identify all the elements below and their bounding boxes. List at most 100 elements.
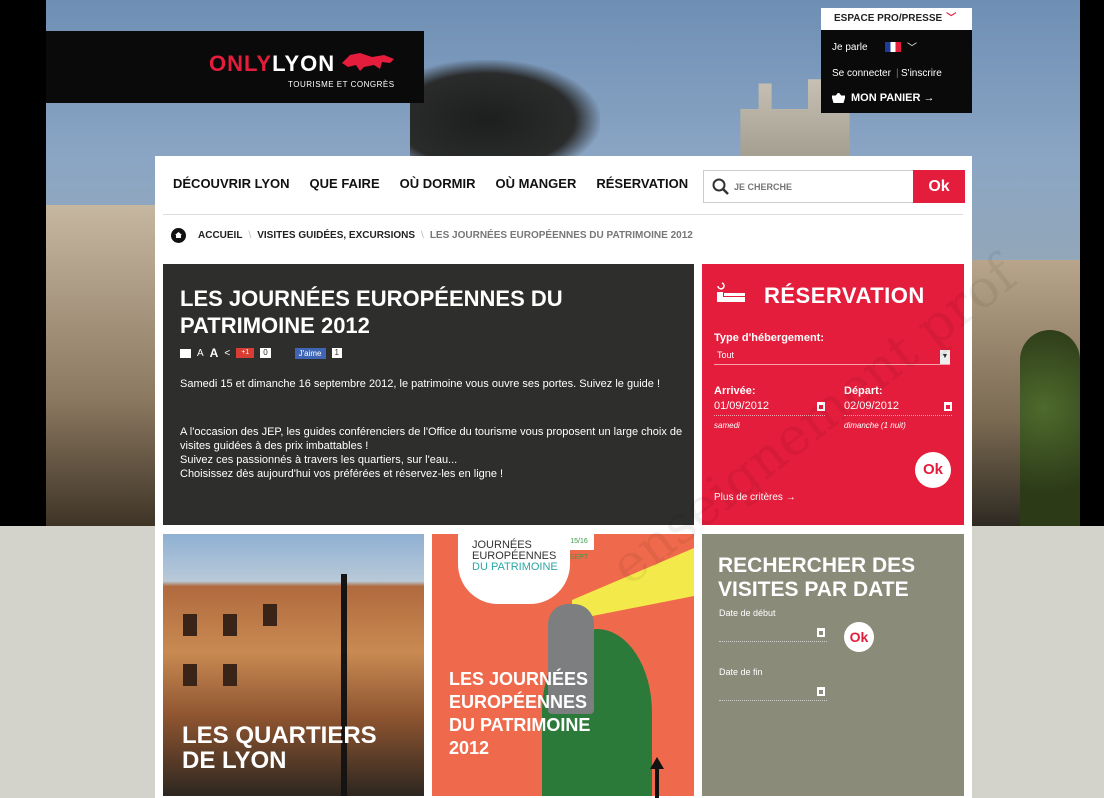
- reservation-submit-button[interactable]: Ok: [915, 452, 951, 488]
- visits-search-title-line: VISITES PAR DATE: [718, 578, 909, 601]
- print-icon[interactable]: [180, 348, 191, 358]
- breadcrumb-section[interactable]: VISITES GUIDÉES, EXCURSIONS: [257, 230, 415, 241]
- article-intro: Samedi 15 et dimanche 16 septembre 2012,…: [180, 378, 660, 390]
- breadcrumb-separator: \: [421, 230, 424, 241]
- nav-item-booking[interactable]: RÉSERVATION: [596, 176, 688, 191]
- facade-window: [183, 664, 197, 686]
- signup-link[interactable]: S'inscrire: [901, 68, 942, 79]
- poster-title-line: DU PATRIMOINE: [472, 561, 558, 573]
- hero-tree: [1020, 330, 1080, 526]
- hero-left-border: [0, 0, 46, 526]
- account-separator: |: [896, 68, 899, 79]
- departure-weekday: dimanche (1 nuit): [844, 421, 906, 430]
- language-label: Je parle: [832, 42, 868, 53]
- article-tools: A A < +1 0 J'aime 1: [180, 346, 342, 360]
- more-criteria-link[interactable]: Plus de critères →: [714, 492, 796, 503]
- google-plus-button[interactable]: +1: [236, 348, 255, 358]
- chevron-down-icon: ﹀: [946, 13, 957, 24]
- calendar-icon[interactable]: [817, 687, 825, 696]
- jep-caption-line: 2012: [449, 738, 490, 758]
- arrival-date-value: 01/09/2012: [714, 400, 770, 412]
- nav-item-what-to-do[interactable]: QUE FAIRE: [310, 176, 380, 191]
- search-submit-button[interactable]: Ok: [913, 170, 965, 203]
- nav-divider: [163, 214, 963, 215]
- basket-icon: [832, 93, 845, 103]
- hero-statue: [410, 60, 600, 160]
- pro-press-link[interactable]: ESPACE PRO/PRESSE ﹀: [821, 8, 972, 30]
- hero-right-border: [1080, 0, 1104, 526]
- pro-press-label: ESPACE PRO/PRESSE: [834, 13, 943, 24]
- end-date-label: Date de fin: [719, 667, 763, 677]
- site-logo[interactable]: ONLYLYON TOURISME ET CONGRÈS: [46, 31, 424, 103]
- quarters-tile[interactable]: LES QUARTIERS DE LYON: [163, 534, 424, 796]
- accommodation-type-label: Type d'hébergement:: [714, 332, 824, 344]
- dropdown-arrow-icon[interactable]: ▼: [940, 350, 950, 364]
- pointer-arrow-icon: [650, 757, 664, 798]
- article-body: A l'occasion des JEP, les guides confére…: [180, 425, 690, 481]
- article-body-line: Choisissez dès aujourd'hui vos préférées…: [180, 468, 504, 480]
- accommodation-type-value: Tout: [717, 350, 735, 360]
- departure-date-value: 02/09/2012: [844, 400, 900, 412]
- article-title: LES JOURNÉES EUROPÉENNES DU PATRIMOINE 2…: [180, 286, 563, 338]
- french-flag-icon[interactable]: [885, 42, 901, 52]
- arrival-weekday: samedi: [714, 421, 740, 430]
- breadcrumb-current: LES JOURNÉES EUROPÉENNES DU PATRIMOINE 2…: [429, 230, 693, 241]
- share-icon[interactable]: <: [224, 348, 230, 359]
- facade-window: [183, 614, 197, 636]
- lion-logo-icon: [342, 53, 394, 71]
- visits-search-title: RECHERCHER DES VISITES PAR DATE: [718, 554, 915, 602]
- nav-item-where-to-sleep[interactable]: OÙ DORMIR: [400, 176, 476, 191]
- text-smaller-button[interactable]: A: [197, 348, 204, 359]
- quarters-caption: LES QUARTIERS DE LYON: [182, 723, 377, 773]
- jep-caption-line: LES JOURNÉES: [449, 669, 589, 689]
- hero-building-left: [46, 205, 156, 526]
- arrival-label: Arrivée:: [714, 385, 756, 397]
- visits-search-button[interactable]: Ok: [844, 622, 874, 652]
- calendar-icon[interactable]: [817, 628, 825, 637]
- breadcrumb-home[interactable]: ACCUEIL: [198, 230, 242, 241]
- login-link[interactable]: Se connecter: [832, 68, 891, 79]
- calendar-icon[interactable]: [944, 402, 952, 411]
- home-icon[interactable]: [171, 228, 186, 243]
- article-card: LES JOURNÉES EUROPÉENNES DU PATRIMOINE 2…: [163, 264, 694, 525]
- article-body-line: A l'occasion des JEP, les guides confére…: [180, 426, 683, 452]
- arrival-date-field[interactable]: 01/09/2012: [714, 400, 825, 416]
- visits-search-title-line: RECHERCHER DES: [718, 554, 916, 577]
- google-plus-count: 0: [260, 348, 271, 358]
- breadcrumb: ACCUEIL \ VISITES GUIDÉES, EXCURSIONS \ …: [171, 228, 693, 243]
- logo-wordmark: ONLYLYON: [209, 51, 335, 77]
- search-input[interactable]: [734, 179, 904, 195]
- facebook-like-button[interactable]: J'aime: [294, 347, 326, 359]
- poster-date-badge: 15/16 SEPT: [564, 534, 594, 561]
- facebook-like-count: 1: [331, 348, 342, 358]
- language-chevron-icon[interactable]: ﹀: [907, 39, 917, 54]
- bed-icon: [717, 282, 745, 302]
- logo-wordmark-lyon: LYON: [272, 51, 336, 76]
- jep-caption: LES JOURNÉES EUROPÉENNES DU PATRIMOINE 2…: [449, 668, 590, 760]
- start-date-label: Date de début: [719, 608, 776, 618]
- nav-item-discover[interactable]: DÉCOUVRIR LYON: [173, 176, 290, 191]
- breadcrumb-separator: \: [248, 230, 252, 241]
- reservation-widget: RÉSERVATION Type d'hébergement: Tout ▼ A…: [702, 264, 964, 525]
- cart-link[interactable]: MON PANIER →: [851, 92, 935, 104]
- calendar-icon[interactable]: [817, 402, 825, 411]
- nav-item-where-to-eat[interactable]: OÙ MANGER: [495, 176, 576, 191]
- search-icon: [712, 178, 729, 195]
- facade-window: [223, 614, 237, 636]
- end-date-field[interactable]: [719, 685, 827, 701]
- start-date-field[interactable]: [719, 626, 827, 642]
- departure-label: Départ:: [844, 385, 883, 397]
- main-nav: DÉCOUVRIR LYON QUE FAIRE OÙ DORMIR OÙ MA…: [173, 176, 708, 191]
- search-box: Ok: [703, 170, 965, 203]
- article-body-line: Suivez ces passionnés à travers les quar…: [180, 454, 458, 466]
- accommodation-type-select[interactable]: Tout ▼: [714, 348, 950, 365]
- text-larger-button[interactable]: A: [210, 346, 219, 360]
- logo-tagline: TOURISME ET CONGRÈS: [288, 80, 395, 89]
- logo-wordmark-only: ONLY: [209, 51, 273, 76]
- account-panel: Je parle ﹀ Se connecter | S'inscrire MON…: [821, 30, 972, 113]
- facade-window: [223, 664, 237, 686]
- reservation-title: RÉSERVATION: [764, 283, 925, 308]
- quarters-caption-line: LES QUARTIERS: [182, 722, 377, 749]
- jep-caption-line: EUROPÉENNES: [449, 692, 588, 712]
- departure-date-field[interactable]: 02/09/2012: [844, 400, 952, 416]
